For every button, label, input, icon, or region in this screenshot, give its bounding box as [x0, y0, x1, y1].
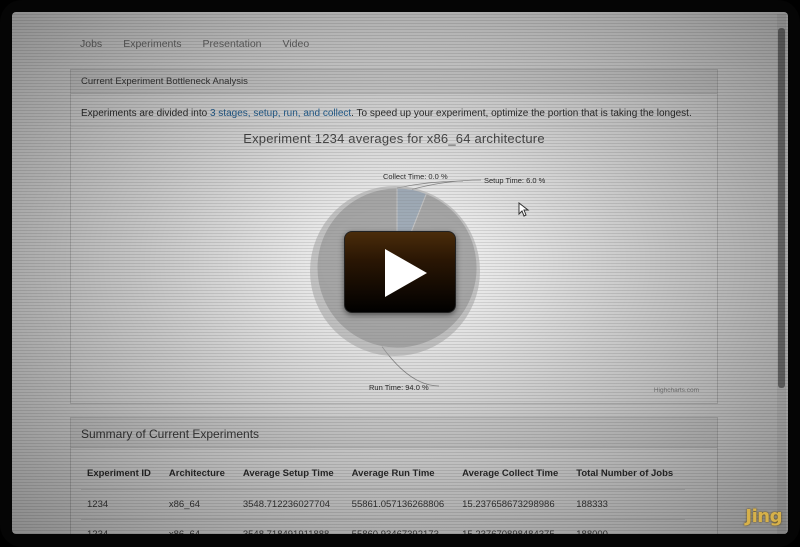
- nav-video[interactable]: Video: [283, 38, 310, 50]
- cell: 15.237670898484375: [456, 519, 571, 534]
- play-button[interactable]: [344, 231, 456, 313]
- chart-credits[interactable]: Highcharts.com: [654, 387, 699, 394]
- intro-prefix: Experiments are divided into: [81, 108, 210, 119]
- pie-label: Setup Time: 6.0 %: [484, 176, 546, 185]
- col-avg-collect: Average Collect Time: [462, 468, 559, 479]
- cell: 15.237658673298986: [456, 489, 571, 520]
- col-total-jobs: Total Number of Jobs: [576, 468, 674, 479]
- scrollbar-thumb[interactable]: [778, 28, 785, 388]
- cell: 188333: [570, 489, 686, 520]
- table-row: 1234 x86_64 3548.718491911888 55860.9346…: [81, 519, 686, 534]
- stages-link[interactable]: 3 stages, setup, run, and collect: [210, 108, 351, 119]
- cell: 3548.712236027704: [236, 489, 346, 520]
- col-experiment-id: Experiment ID: [87, 468, 151, 479]
- cell: 55860.93467392173: [345, 519, 457, 534]
- col-architecture: Architecture: [168, 468, 225, 479]
- play-icon: [385, 249, 427, 297]
- summary-header-row: Experiment ID Architecture Average Setup…: [81, 462, 685, 490]
- cell: 55861.057136268806: [345, 489, 457, 520]
- summary-panel-title: Summary of Current Experiments: [71, 418, 717, 448]
- page-scrollbar[interactable]: [777, 14, 786, 534]
- pie-label: Run Time: 94.0 %: [369, 383, 429, 392]
- top-nav: Jobs Experiments Presentation Video: [80, 38, 309, 50]
- cell: 188000: [570, 519, 686, 534]
- table-row: 1234 x86_64 3548.712236027704 55861.0571…: [81, 489, 686, 520]
- bottleneck-panel-title: Current Experiment Bottleneck Analysis: [71, 70, 717, 94]
- video-player-frame: Jobs Experiments Presentation Video Curr…: [0, 0, 800, 547]
- col-avg-run: Average Run Time: [351, 468, 435, 479]
- nav-presentation[interactable]: Presentation: [203, 38, 262, 50]
- nav-jobs[interactable]: Jobs: [80, 38, 102, 50]
- cell: x86_64: [162, 519, 237, 534]
- nav-experiments[interactable]: Experiments: [123, 38, 181, 50]
- intro-suffix: . To speed up your experiment, optimize …: [351, 108, 692, 119]
- summary-panel: Summary of Current Experiments Experimen…: [70, 417, 718, 534]
- cell: 1234: [81, 519, 163, 534]
- cell: 3548.718491911888: [236, 519, 346, 534]
- cell: 1234: [81, 489, 163, 520]
- pie-label: Collect Time: 0.0 %: [383, 172, 448, 181]
- jing-logo[interactable]: Jing: [745, 506, 782, 527]
- col-avg-setup: Average Setup Time: [242, 468, 334, 479]
- bottleneck-intro: Experiments are divided into 3 stages, s…: [81, 108, 692, 119]
- summary-table: Experiment ID Architecture Average Setup…: [81, 462, 686, 534]
- cell: x86_64: [162, 489, 237, 520]
- mouse-cursor-icon: [518, 202, 530, 217]
